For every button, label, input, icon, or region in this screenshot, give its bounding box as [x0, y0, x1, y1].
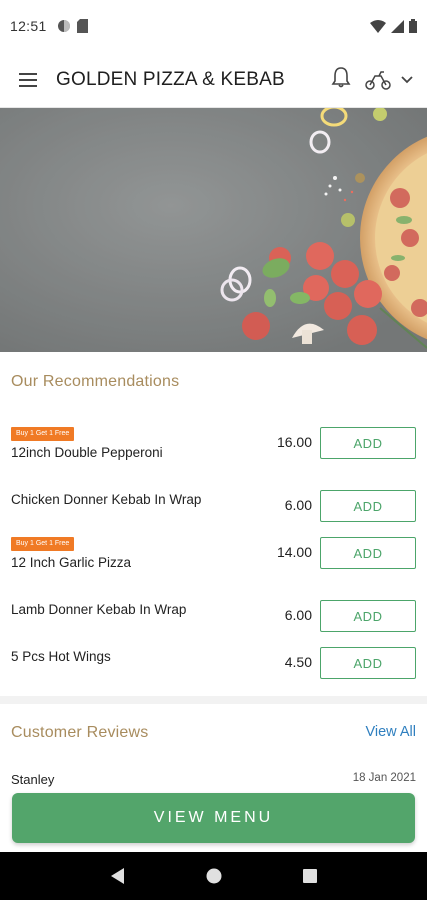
item-price: 4.50: [284, 654, 312, 670]
item-name: Lamb Donner Kebab In Wrap: [11, 602, 187, 617]
add-button[interactable]: ADD: [320, 647, 416, 679]
app-bar: GOLDEN PIZZA & KEBAB: [0, 52, 427, 108]
bell-icon: [331, 67, 351, 88]
list-item: Buy 1 Get 1 Free 12 Inch Garlic Pizza 14…: [0, 537, 427, 583]
status-right-icons: [370, 19, 417, 33]
recents-icon[interactable]: [302, 869, 317, 883]
recommendations-section: Our Recommendations Buy 1 Get 1 Free 12i…: [0, 352, 427, 696]
view-menu-button[interactable]: VIEW MENU: [12, 793, 415, 843]
item-name: 12 Inch Garlic Pizza: [11, 555, 132, 570]
item-name: 12inch Double Pepperoni: [11, 445, 163, 460]
status-time: 12:51: [10, 18, 47, 34]
view-all-reviews-link[interactable]: View All: [365, 724, 416, 740]
item-name: 5 Pcs Hot Wings: [11, 649, 111, 664]
app-title: GOLDEN PIZZA & KEBAB: [56, 68, 285, 90]
back-icon[interactable]: [110, 868, 125, 884]
item-price: 14.00: [276, 544, 312, 560]
reviewer-name: Stanley: [11, 772, 55, 787]
app-actions: [331, 66, 427, 93]
hero-banner-image: [0, 108, 427, 352]
data-saver-icon: [57, 20, 70, 32]
delivery-mode-selector[interactable]: [365, 70, 413, 90]
list-item: Lamb Donner Kebab In Wrap 6.00 ADD: [0, 600, 427, 646]
signal-icon: [391, 19, 404, 33]
item-price: 16.00: [276, 434, 312, 450]
status-bar: 12:51: [0, 0, 427, 52]
offer-badge: Buy 1 Get 1 Free: [11, 427, 75, 441]
reviews-title: Customer Reviews: [11, 724, 149, 741]
section-divider: [0, 696, 427, 704]
sd-card-icon: [76, 19, 88, 33]
review-date: 18 Jan 2021: [352, 772, 416, 784]
offer-badge: Buy 1 Get 1 Free: [11, 537, 75, 551]
menu-icon: [19, 72, 37, 87]
list-item: Buy 1 Get 1 Free 12inch Double Pepperoni…: [0, 427, 427, 473]
system-navigation-bar: [0, 852, 427, 900]
recommendations-title: Our Recommendations: [11, 373, 180, 390]
item-name: Chicken Donner Kebab In Wrap: [11, 492, 202, 507]
chevron-down-icon: [401, 75, 413, 83]
list-item: Chicken Donner Kebab In Wrap 6.00 ADD: [0, 490, 427, 536]
status-notification-icons: [57, 19, 88, 33]
item-price: 6.00: [284, 607, 312, 623]
add-button[interactable]: ADD: [320, 427, 416, 459]
add-button[interactable]: ADD: [320, 600, 416, 632]
wifi-icon: [370, 19, 386, 33]
home-icon[interactable]: [206, 868, 222, 884]
item-price: 6.00: [284, 497, 312, 513]
add-button[interactable]: ADD: [320, 490, 416, 522]
scooter-icon: [365, 70, 391, 90]
list-item: 5 Pcs Hot Wings 4.50 ADD: [0, 647, 427, 693]
add-button[interactable]: ADD: [320, 537, 416, 569]
menu-button[interactable]: [0, 52, 56, 108]
notifications-button[interactable]: [331, 66, 351, 93]
battery-icon: [409, 19, 417, 33]
